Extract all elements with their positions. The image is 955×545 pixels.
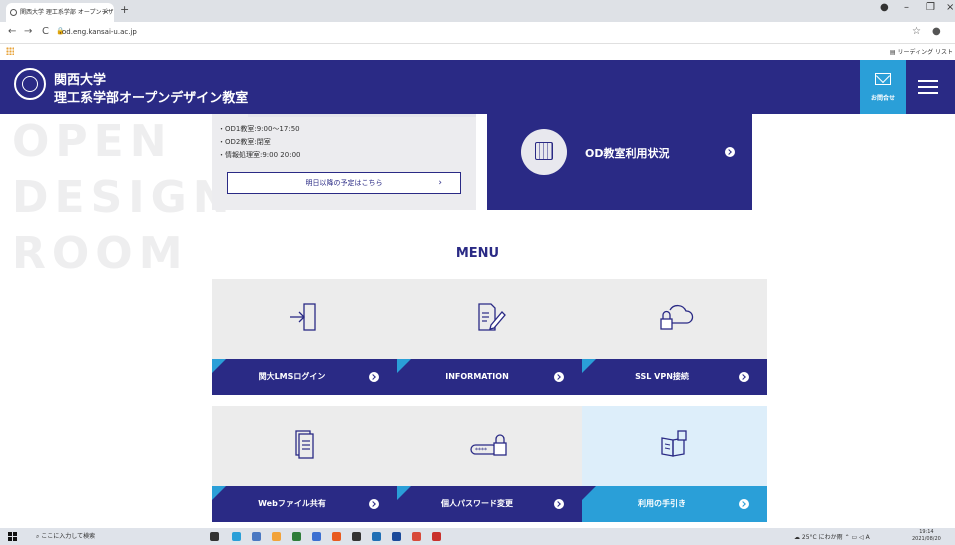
clock-date: 2021/08/20 [912,536,941,542]
menu-title: MENU [455,246,500,261]
windows-start-icon[interactable] [8,532,17,541]
browser-tab[interactable]: 関西大学 理工系学部 オープンデザ × [6,3,114,22]
minimize-button[interactable]: – [904,2,909,13]
new-tab-button[interactable]: + [120,3,129,16]
menu-card-web-file[interactable]: Webファイル共有 [212,406,397,522]
hamburger-menu-icon[interactable] [918,80,938,98]
ime-indicator: A [865,534,870,541]
store-icon[interactable] [352,532,361,541]
tab-close-button[interactable]: × [103,3,109,22]
apps-icon[interactable] [6,47,14,55]
bookmarks-bar: ▤ リーディング リスト [0,44,955,60]
menu-card-information[interactable]: INFORMATION [397,279,582,395]
hero-word-design: DESIGN [12,172,236,223]
os-taskbar: ⌕ ここに入力して検索 ☁ 25°C にわか雨 ⌃ ▭ ◁ A 19:14 20… [0,528,955,545]
university-logo[interactable] [14,68,46,100]
app-icon[interactable] [272,532,281,541]
app-icon[interactable] [412,532,421,541]
contact-button[interactable]: お問合せ [860,60,906,114]
weather-icon: ☁ [794,534,800,541]
excel-icon[interactable] [292,532,301,541]
acrobat-icon[interactable] [432,532,441,541]
reading-list-button[interactable]: ▤ リーディング リスト [890,47,953,56]
profile-icon[interactable]: ● [880,2,889,13]
mail-icon [875,73,891,85]
document-pen-icon [478,303,506,331]
reload-button[interactable]: C [42,26,49,37]
address-bar: ← → C 🔒 od.eng.kansai-u.ac.jp ☆ ● [0,22,955,44]
arrow-circle-icon [739,372,749,382]
menu-card-ssl-vpn[interactable]: SSL VPN接続 [582,279,767,395]
url-field[interactable]: od.eng.kansai-u.ac.jp [62,28,137,36]
ie-icon[interactable] [312,532,321,541]
menu-card-bar: Webファイル共有 [212,486,397,522]
menu-card-bar: 利用の手引き [582,486,767,522]
schedule-line: ・OD1教室:9:00〜17:50 [218,125,300,133]
site-title-line1[interactable]: 関西大学 [54,69,106,88]
site-title-line2[interactable]: 理工系学部オープンデザイン教室 [54,87,248,106]
favicon-icon [10,9,17,16]
svg-text:****: **** [475,447,487,454]
calendar-icon [535,142,553,160]
schedule-line: ・OD2教室:閉室 [218,138,271,146]
menu-card-lms[interactable]: 関大LMSログイン [212,279,397,395]
od-status-label: OD教室利用状況 [585,147,670,160]
schedule-line: ・情報処理室:9:00 20:00 [218,151,301,159]
arrow-circle-icon [554,372,564,382]
arrow-circle-icon [739,499,749,509]
task-view-icon[interactable] [210,532,219,541]
menu-card-bar: 個人パスワード変更 [397,486,582,522]
clock-time: 19:14 [919,529,934,535]
files-icon [295,430,314,459]
taskbar-search-placeholder: ここに入力して検索 [41,533,96,540]
contact-label: お問合せ [870,95,895,102]
taskbar-clock[interactable]: 19:14 2021/08/20 [912,529,941,543]
edge-icon[interactable] [232,532,241,541]
book-icon [661,430,687,457]
site-header: 関西大学 理工系学部オープンデザイン教室 お問合せ [0,60,955,114]
menu-card-label: 利用の手引き [638,499,686,508]
menu-card-guide[interactable]: 利用の手引き [582,406,767,522]
bookmark-star-icon[interactable]: ☆ [912,26,921,37]
arrow-circle-icon [725,147,735,157]
weather-text: 25°C にわか雨 [801,534,843,541]
account-icon[interactable]: ● [932,26,941,37]
browser-tab-bar: 関西大学 理工系学部 オープンデザ × + ● – ❐ × [0,0,955,22]
calendar-icon-circle [521,129,567,175]
taskbar-search[interactable]: ⌕ ここに入力して検索 [36,531,95,541]
menu-card-bar: SSL VPN接続 [582,359,767,395]
restore-button[interactable]: ❐ [926,2,935,13]
menu-card-label: Webファイル共有 [258,499,326,508]
hero-word-open: OPEN [12,116,173,167]
menu-card-label: 個人パスワード変更 [441,499,513,508]
system-tray[interactable]: ☁ 25°C にわか雨 ⌃ ▭ ◁ A [794,532,870,541]
login-icon [290,303,316,331]
back-button[interactable]: ← [8,26,16,37]
app-icon[interactable] [252,532,261,541]
app-icon[interactable] [392,532,401,541]
arrow-circle-icon [369,499,379,509]
firefox-icon[interactable] [332,532,341,541]
chevron-right-icon: › [438,178,442,188]
logo-seal [22,76,38,92]
menu-card-label: 関大LMSログイン [258,372,326,381]
close-window-button[interactable]: × [946,2,954,13]
cloud-lock-icon [660,304,694,330]
app-icon[interactable] [372,532,381,541]
website: OPEN DESIGN ROOM 年8月20日(金)のオープン利用時間 ・OD1… [0,60,955,528]
menu-card-bar: 関大LMSログイン [212,359,397,395]
arrow-circle-icon [554,499,564,509]
future-schedule-label: 明日以降の予定はこちら [305,179,383,187]
menu-card-bar: INFORMATION [397,359,582,395]
menu-card-label: INFORMATION [445,372,509,381]
menu-card-password[interactable]: **** 個人パスワード変更 [397,406,582,522]
forward-button[interactable]: → [24,26,32,37]
future-schedule-button[interactable]: 明日以降の予定はこちら › [227,172,461,194]
menu-card-label: SSL VPN接続 [635,372,689,381]
reading-list-label: リーディング リスト [897,49,954,56]
arrow-circle-icon [369,372,379,382]
tab-title: 関西大学 理工系学部 オープンデザ [20,9,114,16]
password-lock-icon: **** [470,434,507,456]
